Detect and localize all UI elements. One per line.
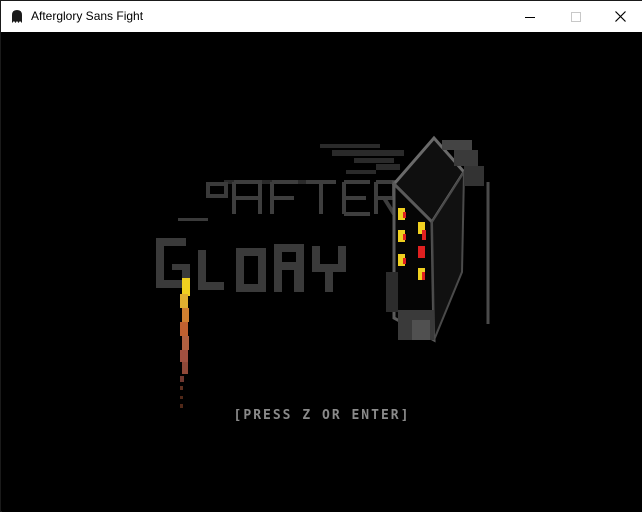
hanging-chain (180, 278, 190, 408)
title-bar[interactable]: Afterglory Sans Fight (1, 1, 642, 32)
minimize-icon (525, 16, 535, 18)
ghost-icon (12, 10, 22, 23)
game-screen[interactable]: [PRESS Z OR ENTER] (2, 32, 642, 512)
maximize-icon (571, 11, 581, 22)
logo-word-after (232, 180, 396, 216)
skull-ornament (178, 182, 228, 221)
tower-ornament (386, 135, 490, 343)
window-title: Afterglory Sans Fight (31, 9, 144, 23)
close-button[interactable] (597, 1, 642, 32)
close-icon (614, 11, 626, 22)
app-window: Afterglory Sans Fight [PRESS Z OR ENTER] (0, 0, 642, 512)
minimize-button[interactable] (507, 1, 553, 32)
afterglory-logo (156, 135, 490, 408)
maximize-button[interactable] (553, 1, 599, 32)
smoke-wisps (224, 144, 404, 184)
press-start-prompt: [PRESS Z OR ENTER] (233, 408, 411, 423)
